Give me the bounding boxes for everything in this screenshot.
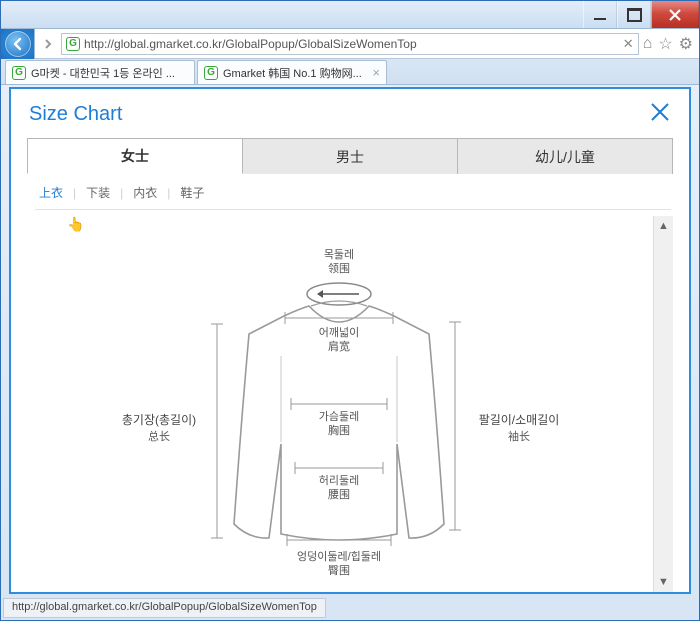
favorites-icon[interactable]: ☆	[658, 34, 672, 54]
svg-text:肩宽: 肩宽	[328, 339, 350, 353]
svg-text:엉덩이둘레/힙둘레: 엉덩이둘레/힙둘레	[297, 550, 381, 563]
browser-tabs: G G마켓 - 대한민국 1등 온라인 ... G Gmarket 韩国 No.…	[1, 59, 699, 85]
popup-content: Size Chart 女士 男士 幼儿/儿童 上衣 | 下装 | 内衣 | 鞋子	[9, 87, 691, 594]
svg-text:胸围: 胸围	[328, 423, 350, 437]
subtab-top[interactable]: 上衣	[35, 184, 67, 201]
tab-favicon: G	[12, 66, 26, 80]
nav-forward-button[interactable]	[39, 38, 57, 50]
popup-close-button[interactable]	[649, 101, 671, 128]
subtab-underwear[interactable]: 内衣	[129, 184, 161, 201]
svg-text:총기장(총길이): 총기장(총길이)	[122, 413, 196, 427]
nav-back-button[interactable]	[1, 29, 35, 59]
svg-text:팔길이/소매길이: 팔길이/소매길이	[479, 413, 560, 427]
window-close-button[interactable]	[651, 1, 699, 28]
address-bar: G http://global.gmarket.co.kr/GlobalPopu…	[1, 29, 699, 59]
vertical-scrollbar[interactable]: ▲ ▼	[653, 216, 673, 592]
site-favicon: G	[66, 37, 80, 51]
gender-tabs: 女士 男士 幼儿/儿童	[27, 138, 673, 174]
subtab-shoes[interactable]: 鞋子	[176, 184, 208, 201]
browser-tab[interactable]: G G마켓 - 대한민국 1등 온라인 ...	[5, 60, 195, 84]
status-text: http://global.gmarket.co.kr/GlobalPopup/…	[12, 601, 317, 613]
page-title: Size Chart	[29, 103, 122, 126]
window-titlebar	[1, 1, 699, 29]
tab-label: G마켓 - 대한민국 1등 온라인 ...	[31, 65, 188, 81]
svg-text:总长: 总长	[148, 429, 170, 443]
tab-kids[interactable]: 幼儿/儿童	[458, 138, 673, 174]
window-maximize-button[interactable]	[617, 1, 651, 28]
size-diagram: 목둘레 领围 어깨넓이 肩宽	[27, 216, 651, 592]
scroll-up-icon[interactable]: ▲	[654, 216, 673, 236]
scroll-down-icon[interactable]: ▼	[654, 572, 673, 592]
tab-women[interactable]: 女士	[27, 138, 243, 174]
svg-text:腰围: 腰围	[328, 488, 350, 501]
subtab-bottom[interactable]: 下装	[82, 184, 114, 201]
svg-text:가슴둘레: 가슴둘레	[319, 410, 359, 423]
tab-men[interactable]: 男士	[243, 138, 458, 174]
svg-text:领围: 领围	[328, 262, 350, 275]
svg-text:臀围: 臀围	[328, 564, 350, 577]
tab-close-icon[interactable]: ×	[372, 65, 380, 80]
tab-favicon: G	[204, 66, 218, 80]
status-bar: http://global.gmarket.co.kr/GlobalPopup/…	[3, 598, 326, 618]
svg-text:袖长: 袖长	[508, 429, 530, 443]
settings-gear-icon[interactable]: ⚙	[679, 34, 693, 54]
browser-tab[interactable]: G Gmarket 韩国 No.1 购物网... ×	[197, 60, 387, 84]
tab-label: Gmarket 韩国 No.1 购物网...	[223, 65, 367, 81]
url-input[interactable]: G http://global.gmarket.co.kr/GlobalPopu…	[61, 33, 639, 55]
window-minimize-button[interactable]	[583, 1, 617, 28]
home-icon[interactable]: ⌂	[643, 35, 653, 53]
svg-text:허리둘레: 허리둘레	[319, 474, 359, 487]
svg-text:어깨넓이: 어깨넓이	[319, 326, 359, 339]
stop-icon[interactable]: ✕	[623, 36, 634, 52]
svg-text:목둘레: 목둘레	[324, 248, 354, 261]
category-subtabs: 上衣 | 下装 | 内衣 | 鞋子	[35, 184, 671, 210]
url-text: http://global.gmarket.co.kr/GlobalPopup/…	[84, 37, 417, 51]
